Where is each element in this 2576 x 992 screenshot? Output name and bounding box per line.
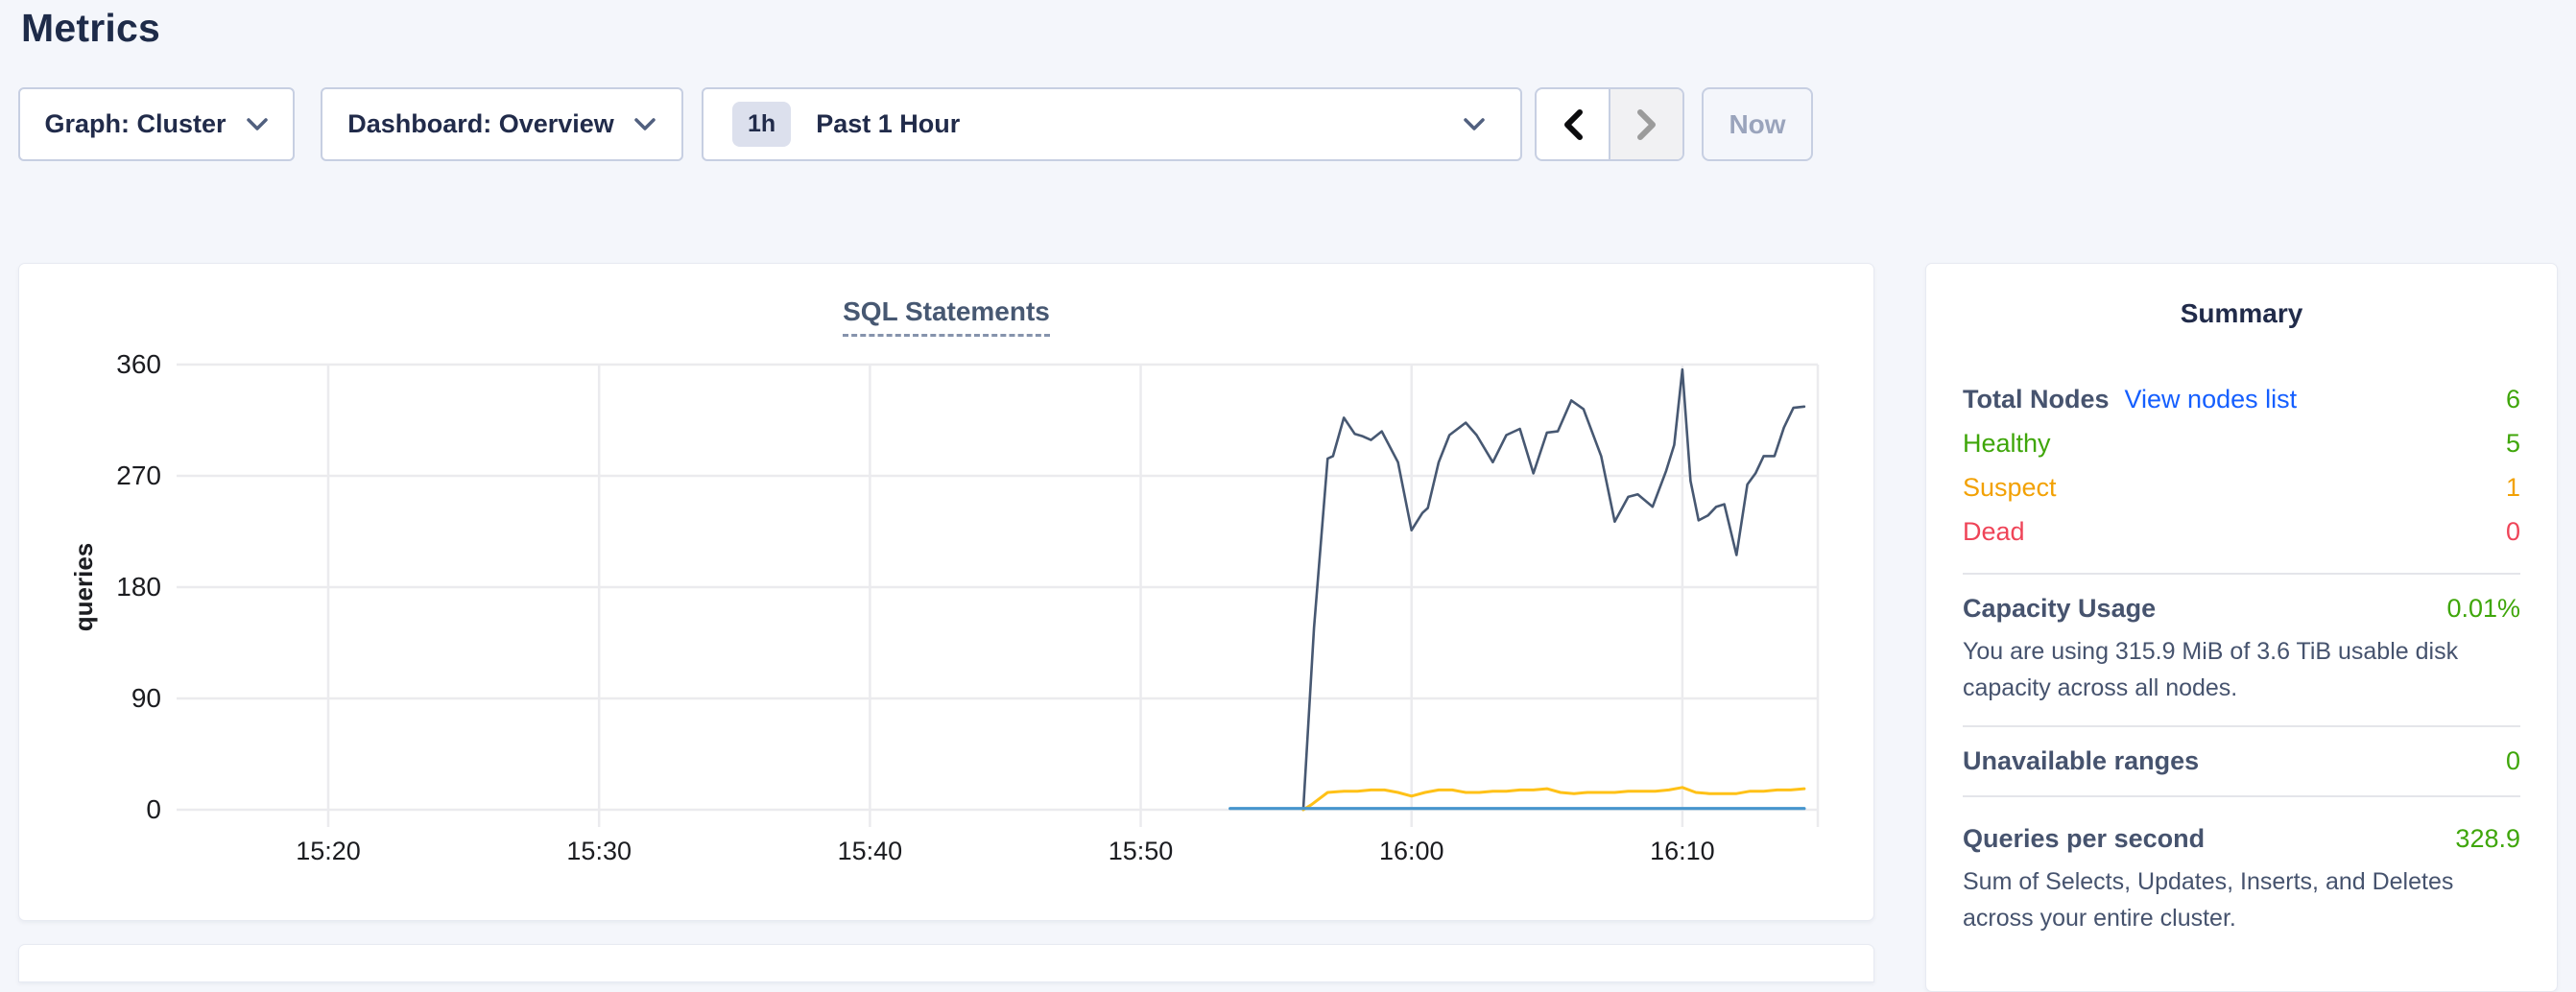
chevron-left-icon	[1561, 108, 1586, 141]
yellow-line	[1303, 788, 1804, 810]
time-shift-arrows	[1535, 87, 1684, 161]
time-range-label: Past 1 Hour	[816, 109, 960, 139]
suspect-value: 1	[2506, 473, 2520, 503]
svg-text:15:50: 15:50	[1109, 837, 1174, 865]
svg-text:0: 0	[146, 794, 161, 824]
suspect-nodes-row: Suspect 1	[1963, 465, 2520, 509]
sql-statements-chart-card: 0 90 180 270 360 15:20 15:30 15:40 15:50 16:00 16:…	[18, 263, 1874, 921]
graph-dropdown-label: Graph: Cluster	[44, 109, 226, 139]
chevron-down-icon	[633, 117, 656, 131]
dead-nodes-row: Dead 0	[1963, 509, 2520, 554]
chevron-down-icon	[246, 117, 269, 131]
now-button[interactable]: Now	[1702, 87, 1813, 161]
svg-text:15:30: 15:30	[566, 837, 632, 865]
page-title: Metrics	[21, 6, 160, 51]
summary-panel: Summary Total Nodes View nodes list 6 He…	[1925, 263, 2558, 992]
summary-title: Summary	[1963, 298, 2520, 329]
view-nodes-list-link[interactable]: View nodes list	[2125, 385, 2298, 414]
svg-text:16:10: 16:10	[1650, 837, 1715, 865]
dashboard-dropdown-label: Dashboard: Overview	[347, 109, 614, 139]
dashboard-dropdown[interactable]: Dashboard: Overview	[321, 87, 683, 161]
previous-time-range-button[interactable]	[1537, 89, 1609, 159]
sql-statements-chart: 0 90 180 270 360 15:20 15:30 15:40 15:50 16:00 16:…	[19, 264, 1875, 922]
healthy-label: Healthy	[1963, 429, 2051, 459]
queries-per-second-label: Queries per second	[1963, 824, 2205, 854]
svg-text:queries: queries	[69, 543, 98, 632]
capacity-usage-label: Capacity Usage	[1963, 594, 2156, 624]
graph-dropdown[interactable]: Graph: Cluster	[18, 87, 295, 161]
unavailable-ranges-label: Unavailable ranges	[1963, 746, 2199, 776]
total-nodes-label: Total Nodes	[1963, 385, 2110, 414]
svg-text:360: 360	[116, 349, 161, 379]
node-status-block: Total Nodes View nodes list 6 Healthy 5 …	[1963, 377, 2520, 554]
next-chart-card-top	[18, 944, 1874, 982]
chart-title[interactable]: SQL Statements	[843, 296, 1050, 337]
chevron-right-icon	[1634, 108, 1659, 141]
suspect-label: Suspect	[1963, 473, 2057, 503]
total-nodes-value: 6	[2506, 385, 2520, 414]
queries-per-second-description: Sum of Selects, Updates, Inserts, and De…	[1963, 863, 2520, 936]
svg-text:90: 90	[131, 683, 161, 713]
svg-text:15:20: 15:20	[296, 837, 361, 865]
svg-text:15:40: 15:40	[838, 837, 903, 865]
svg-text:180: 180	[116, 572, 161, 602]
dead-value: 0	[2506, 517, 2520, 547]
healthy-nodes-row: Healthy 5	[1963, 421, 2520, 465]
dead-label: Dead	[1963, 517, 2025, 547]
unavailable-ranges-section: Unavailable ranges 0	[1963, 727, 2520, 776]
svg-text:16:00: 16:00	[1379, 837, 1444, 865]
chevron-down-icon	[1463, 117, 1486, 131]
capacity-usage-description: You are using 315.9 MiB of 3.6 TiB usabl…	[1963, 633, 2520, 706]
capacity-usage-value: 0.01%	[2446, 594, 2520, 624]
next-time-range-button[interactable]	[1609, 89, 1682, 159]
time-range-picker[interactable]: 1h Past 1 Hour	[702, 87, 1522, 161]
queries-per-second-section: Queries per second 328.9 Sum of Selects,…	[1963, 797, 2520, 936]
unavailable-ranges-value: 0	[2506, 746, 2520, 776]
total-nodes-row: Total Nodes View nodes list 6	[1963, 377, 2520, 421]
queries-per-second-value: 328.9	[2455, 824, 2520, 854]
healthy-value: 5	[2506, 429, 2520, 459]
svg-text:270: 270	[116, 461, 161, 490]
dark-navy-line	[1303, 369, 1804, 810]
time-range-badge: 1h	[732, 102, 791, 147]
capacity-usage-section: Capacity Usage 0.01% You are using 315.9…	[1963, 575, 2520, 706]
